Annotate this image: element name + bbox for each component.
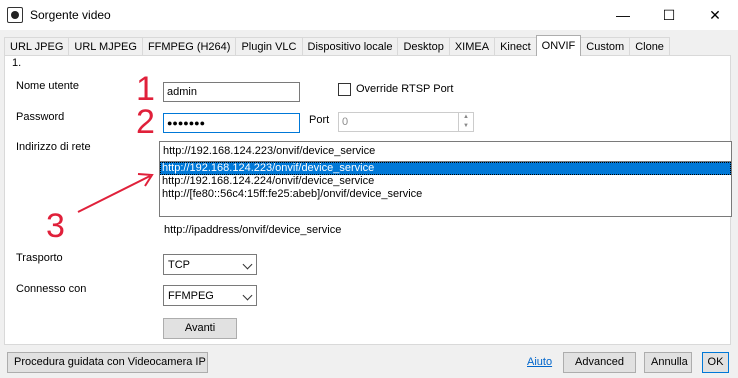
ok-button[interactable]: OK	[702, 352, 729, 373]
help-link[interactable]: Aiuto	[527, 356, 552, 368]
ip-camera-wizard-button[interactable]: Procedura guidata con Videocamera IP	[7, 352, 208, 373]
advanced-button[interactable]: Advanced	[563, 352, 636, 373]
tab-onvif[interactable]: ONVIF	[535, 35, 582, 56]
annotation-arrow-icon	[77, 173, 154, 213]
cancel-button[interactable]: Annulla	[644, 352, 692, 373]
